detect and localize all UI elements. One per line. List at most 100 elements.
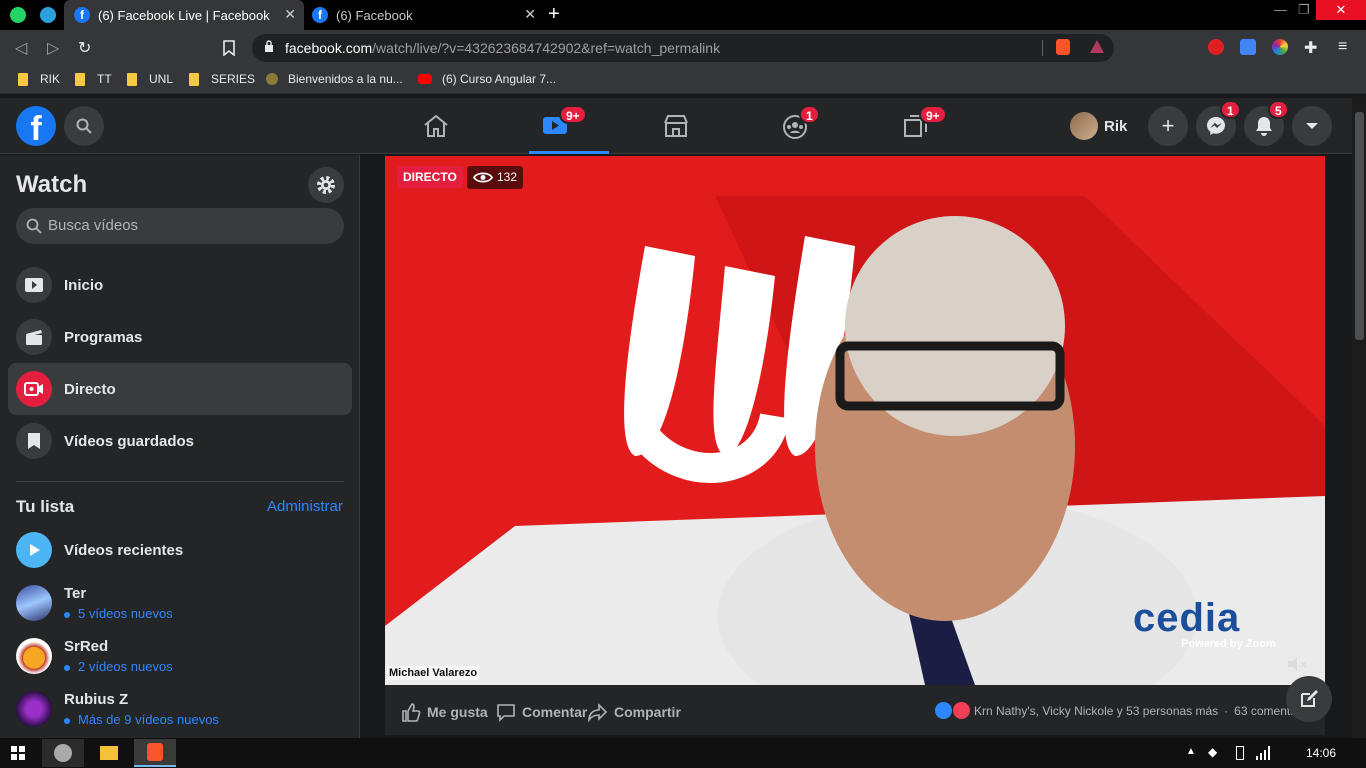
brave-rewards-icon[interactable]	[1090, 40, 1104, 53]
speaker-name: Michael Valarezo	[387, 666, 480, 680]
search-icon	[76, 118, 92, 134]
messenger-icon	[1207, 117, 1225, 135]
minimize-icon[interactable]: —	[1274, 2, 1287, 17]
network-icon[interactable]	[1256, 746, 1270, 760]
telegram-icon[interactable]	[40, 7, 56, 23]
folder-icon	[75, 72, 85, 86]
sidebar-item-inicio[interactable]: Inicio	[8, 259, 352, 311]
bookmark-folder[interactable]: RIK	[18, 72, 60, 86]
sidebar-item-videos-recientes[interactable]: Vídeos recientes	[8, 524, 352, 576]
video-search-input[interactable]: Busca vídeos	[16, 208, 344, 244]
lock-icon	[265, 40, 273, 52]
address-bar[interactable]: facebook.com/watch/live/?v=4326236847429…	[252, 34, 1114, 62]
bookmark-link[interactable]: (6) Curso Angular 7...	[418, 72, 556, 86]
list-item[interactable]: SrRed 2 vídeos nuevos	[16, 638, 346, 678]
tab-facebook[interactable]: f (6) Facebook ✕	[304, 0, 544, 30]
nav-watch[interactable]: 9+	[499, 98, 609, 154]
whatsapp-icon[interactable]	[10, 7, 26, 23]
mute-icon[interactable]	[1287, 656, 1309, 672]
watch-sidebar: Watch Busca vídeos Inicio Programas Dire…	[0, 155, 360, 738]
nav-home[interactable]	[380, 98, 490, 154]
maximize-icon[interactable]: ❐	[1298, 2, 1310, 18]
messenger-button[interactable]: 1	[1196, 100, 1241, 146]
browser-tab-strip: f (6) Facebook Live | Facebook ✕ f (6) F…	[0, 0, 1366, 30]
notifications-button[interactable]: 5	[1244, 100, 1289, 146]
page-title: Watch	[16, 171, 88, 198]
close-tab-icon[interactable]: ✕	[524, 6, 536, 23]
marketplace-icon	[664, 115, 688, 137]
tab-facebook-live[interactable]: f (6) Facebook Live | Facebook ✕	[64, 0, 304, 30]
nav-groups[interactable]: 1	[739, 98, 849, 154]
back-icon[interactable]: ◁	[15, 38, 27, 58]
clock[interactable]: 14:06	[1306, 746, 1336, 760]
extensions-puzzle-icon[interactable]: ✚	[1304, 38, 1317, 58]
comment-icon	[497, 704, 515, 722]
extension-red-icon[interactable]	[1208, 39, 1224, 55]
nav-gaming[interactable]: 9+	[859, 98, 969, 154]
page-scrollbar[interactable]	[1352, 98, 1366, 738]
share-icon	[588, 703, 608, 722]
facebook-favicon-icon: f	[74, 7, 90, 23]
bookmark-folder[interactable]: SERIES	[189, 72, 255, 86]
sidebar-item-videos-guardados[interactable]: Vídeos guardados	[8, 415, 352, 467]
profile-link[interactable]: Rik	[1070, 110, 1127, 142]
color-extension-icon[interactable]	[1272, 39, 1288, 55]
divider	[16, 481, 344, 482]
folder-icon	[100, 746, 118, 760]
share-button[interactable]: Compartir	[588, 702, 681, 722]
sidebar-item-programas[interactable]: Programas	[8, 311, 352, 363]
windows-start-icon[interactable]	[11, 746, 25, 760]
nav-active-indicator	[529, 151, 609, 154]
live-video-player[interactable]: DIRECTO 132 Michael Valarezo cedia Power…	[385, 156, 1325, 685]
avatar	[16, 585, 52, 621]
bookmark-page-icon[interactable]	[223, 40, 235, 56]
chevron-down-icon	[1306, 123, 1318, 129]
tray-chevron-icon[interactable]: ▲	[1186, 746, 1196, 757]
comment-button[interactable]: Comentar	[496, 702, 587, 722]
new-tab-button[interactable]: +	[548, 3, 560, 26]
create-button[interactable]: +	[1148, 106, 1188, 146]
avatar	[1070, 112, 1098, 140]
bookmark-link[interactable]: Bienvenidos a la nu...	[266, 72, 403, 86]
forward-icon[interactable]: ▷	[47, 38, 59, 58]
profile-name: Rik	[1104, 117, 1128, 135]
avatar	[16, 638, 52, 674]
reload-icon[interactable]: ↻	[78, 38, 91, 58]
battery-icon[interactable]	[1236, 746, 1244, 760]
list-item[interactable]: Ter 5 vídeos nuevos	[16, 585, 346, 625]
folder-icon	[18, 72, 28, 86]
google-translate-icon[interactable]	[1240, 39, 1256, 55]
reactions-summary[interactable]: Krn Nathy's, Vicky Nickole y 53 personas…	[935, 702, 1307, 719]
compose-icon	[1301, 690, 1318, 707]
taskbar-brave[interactable]	[134, 739, 176, 767]
notifications-badge: 5	[1268, 100, 1289, 119]
scrollbar-thumb[interactable]	[1355, 112, 1364, 340]
facebook-search-button[interactable]	[64, 106, 104, 146]
youtube-icon	[418, 74, 432, 84]
facebook-logo-icon[interactable]: f	[16, 106, 56, 148]
video-action-bar: Me gusta Comentar Compartir Krn Nathy's,…	[385, 685, 1325, 735]
browser-toolbar: ◁ ▷ ↻ facebook.com/watch/live/?v=4326236…	[0, 30, 1366, 66]
settings-button[interactable]	[308, 167, 344, 203]
new-dot-icon	[64, 717, 70, 724]
brave-shield-icon[interactable]	[1056, 39, 1070, 55]
watch-badge: 9+	[559, 105, 587, 124]
dropbox-icon[interactable]: ◆	[1208, 745, 1217, 759]
sidebar-item-directo[interactable]: Directo	[8, 363, 352, 415]
close-tab-icon[interactable]: ✕	[284, 6, 296, 23]
new-message-button[interactable]	[1286, 676, 1332, 722]
manage-link[interactable]: Administrar	[267, 498, 343, 515]
search-icon	[26, 218, 42, 234]
window-close-button[interactable]: ✕	[1316, 0, 1366, 20]
clapperboard-icon	[16, 319, 52, 355]
bookmark-folder[interactable]: TT	[75, 72, 112, 86]
browser-menu-icon[interactable]: ≡	[1338, 38, 1347, 56]
taskbar-explorer[interactable]	[88, 739, 130, 767]
taskbar-app[interactable]	[42, 739, 84, 767]
nav-marketplace[interactable]	[620, 98, 730, 154]
site-favicon-icon	[266, 73, 278, 85]
list-item[interactable]: Rubius Z Más de 9 vídeos nuevos	[16, 691, 346, 731]
account-menu-button[interactable]	[1292, 106, 1332, 146]
bookmark-folder[interactable]: UNL	[127, 72, 173, 86]
like-button[interactable]: Me gusta	[401, 702, 488, 722]
